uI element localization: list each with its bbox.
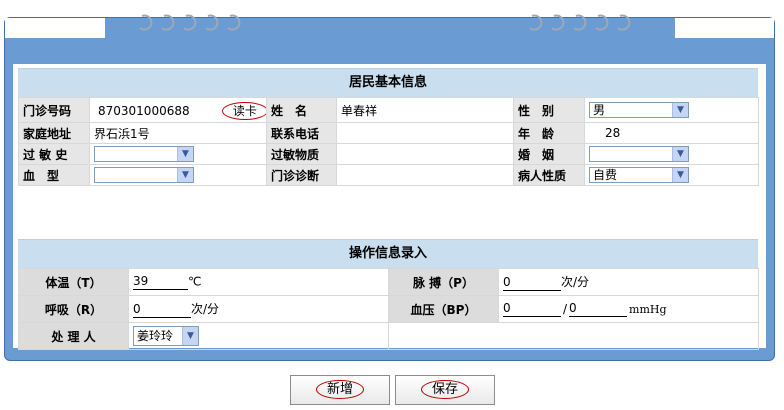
temperature-label: 体温（T） — [18, 268, 129, 296]
operation-section-title: 操作信息录入 — [18, 239, 758, 268]
save-button[interactable]: 保存 — [395, 375, 495, 405]
read-card-button[interactable]: 读卡 — [221, 101, 266, 120]
address-field[interactable]: 界石浜1号 — [89, 122, 267, 144]
clinic-no-label: 门诊号码 — [18, 97, 90, 123]
marriage-label: 婚 姻 — [513, 143, 585, 165]
save-button-label: 保存 — [420, 380, 469, 399]
gender-label: 性 别 — [513, 97, 585, 123]
diagnosis-label: 门诊诊断 — [266, 164, 337, 186]
panel-tab-left — [5, 18, 105, 38]
chevron-down-icon: ▼ — [672, 147, 688, 161]
bp-unit: mmHg — [629, 302, 667, 316]
pulse-unit: 次/分 — [561, 275, 590, 290]
table-row: 过 敏 史 ▼ 过敏物质 婚 姻 ▼ — [18, 143, 759, 165]
marriage-select[interactable]: ▼ — [589, 146, 689, 162]
chevron-down-icon: ▼ — [672, 168, 688, 182]
gender-cell: 男 ▼ — [584, 97, 759, 123]
gender-select-value: 男 — [593, 103, 606, 117]
empty-cell — [388, 322, 759, 350]
phone-label: 联系电话 — [266, 122, 337, 144]
spiral-binding-icon — [139, 14, 241, 31]
pulse-label: 脉 搏（P） — [388, 268, 499, 296]
chevron-down-icon: ▼ — [177, 147, 193, 161]
table-row: 处 理 人 姜玲玲 ▼ — [18, 322, 759, 350]
handler-select[interactable]: 姜玲玲 ▼ — [133, 326, 199, 346]
respiration-label: 呼吸（R） — [18, 295, 129, 323]
handler-value: 姜玲玲 — [137, 329, 174, 343]
blood-type-cell: ▼ — [89, 164, 267, 186]
panel-tab-right — [675, 18, 774, 38]
pulse-cell: 0 次/分 — [498, 268, 759, 296]
table-row: 体温（T） 39 ℃ 脉 搏（P） 0 次/分 — [18, 268, 759, 296]
chevron-down-icon: ▼ — [672, 103, 688, 117]
temperature-unit: ℃ — [188, 274, 202, 289]
handler-label: 处 理 人 — [18, 322, 129, 350]
patient-type-value: 自费 — [593, 168, 618, 182]
resident-section-title: 居民基本信息 — [18, 68, 758, 97]
phone-field[interactable] — [336, 122, 514, 144]
chevron-down-icon: ▼ — [182, 327, 198, 345]
spiral-binding-icon — [529, 14, 631, 31]
table-row: 家庭地址 界石浜1号 联系电话 年 龄 28 — [18, 122, 759, 144]
respiration-cell: 0 次/分 — [128, 295, 389, 323]
age-value: 28 — [605, 126, 621, 140]
name-field[interactable]: 单春祥 — [336, 97, 514, 123]
clinic-no-cell: 870301000688 读卡 — [89, 97, 267, 123]
allergy-history-cell: ▼ — [89, 143, 267, 165]
blood-type-label: 血 型 — [18, 164, 90, 186]
table-row: 门诊号码 870301000688 读卡 姓 名 单春祥 性 别 男 ▼ — [18, 97, 759, 123]
add-button[interactable]: 新增 — [290, 375, 390, 405]
table-row: 呼吸（R） 0 次/分 血压（BP） 0/0 mmHg — [18, 295, 759, 323]
temperature-cell: 39 ℃ — [128, 268, 389, 296]
blood-pressure-label: 血压（BP） — [388, 295, 499, 323]
table-row: 血 型 ▼ 门诊诊断 病人性质 自费 ▼ — [18, 164, 759, 186]
allergy-history-select[interactable]: ▼ — [94, 146, 194, 162]
patient-type-cell: 自费 ▼ — [584, 164, 759, 186]
patient-type-select[interactable]: 自费 ▼ — [589, 167, 689, 183]
allergy-history-label: 过 敏 史 — [18, 143, 90, 165]
handler-cell: 姜玲玲 ▼ — [128, 322, 389, 350]
bp-separator: / — [563, 301, 568, 316]
clinic-no-field[interactable]: 870301000688 — [94, 104, 218, 118]
pulse-input[interactable]: 0 — [503, 275, 561, 291]
gender-select[interactable]: 男 ▼ — [589, 102, 689, 118]
respiration-unit: 次/分 — [191, 302, 220, 317]
temperature-input[interactable]: 39 — [133, 274, 188, 290]
address-label: 家庭地址 — [18, 122, 90, 144]
patient-type-label: 病人性质 — [513, 164, 585, 186]
respiration-input[interactable]: 0 — [133, 302, 191, 318]
age-label: 年 龄 — [513, 122, 585, 144]
operation-info-table: 体温（T） 39 ℃ 脉 搏（P） 0 次/分 呼吸（R） 0 次/分 血压（BP） … — [18, 268, 759, 350]
chevron-down-icon: ▼ — [177, 168, 193, 182]
bp-diastolic-input[interactable]: 0 — [569, 301, 628, 317]
age-field[interactable]: 28 — [584, 122, 759, 144]
marriage-cell: ▼ — [584, 143, 759, 165]
name-label: 姓 名 — [266, 97, 337, 123]
allergen-label: 过敏物质 — [266, 143, 337, 165]
add-button-label: 新增 — [315, 380, 364, 399]
resident-info-table: 门诊号码 870301000688 读卡 姓 名 单春祥 性 别 男 ▼ 家庭地址… — [18, 97, 759, 186]
blood-type-select[interactable]: ▼ — [94, 167, 194, 183]
bp-systolic-input[interactable]: 0 — [503, 301, 561, 317]
allergen-field[interactable] — [336, 143, 514, 165]
blood-pressure-cell: 0/0 mmHg — [498, 295, 759, 323]
diagnosis-field[interactable] — [336, 164, 514, 186]
